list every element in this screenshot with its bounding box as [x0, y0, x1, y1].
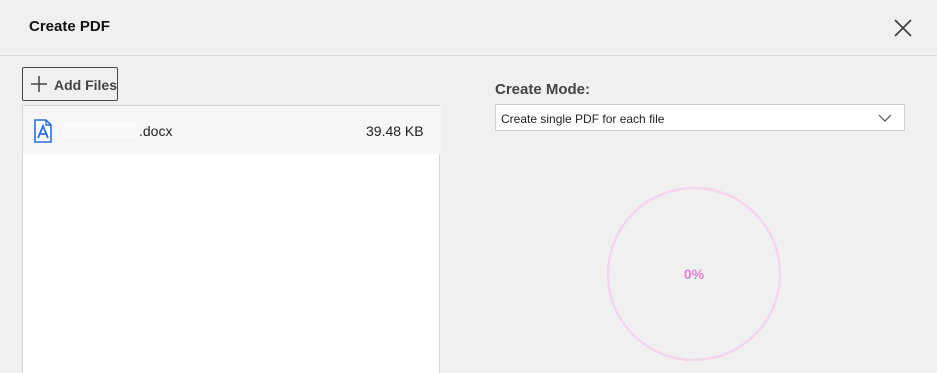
progress-percent: 0% — [683, 266, 705, 282]
file-row[interactable]: .docx 39.48 KB — [23, 106, 441, 154]
close-button[interactable] — [891, 16, 915, 40]
file-list[interactable]: .docx 39.48 KB — [22, 105, 441, 373]
document-icon — [34, 119, 52, 143]
file-name: .docx — [139, 123, 173, 139]
close-icon[interactable] — [891, 16, 915, 40]
redacted-filename — [63, 122, 137, 138]
create-mode-dropdown[interactable]: Create single PDF for each file — [495, 104, 905, 131]
create-mode-label: Create Mode: — [495, 81, 591, 98]
dialog-title: Create PDF — [29, 18, 110, 35]
chevron-down-icon — [878, 114, 892, 122]
file-size: 39.48 KB — [366, 123, 424, 139]
create-mode-value: Create single PDF for each file — [501, 112, 665, 126]
add-files-button[interactable]: Add Files — [22, 67, 118, 101]
plus-icon — [31, 76, 47, 92]
add-files-label: Add Files — [54, 77, 118, 93]
dialog-header: Create PDF — [0, 0, 937, 56]
